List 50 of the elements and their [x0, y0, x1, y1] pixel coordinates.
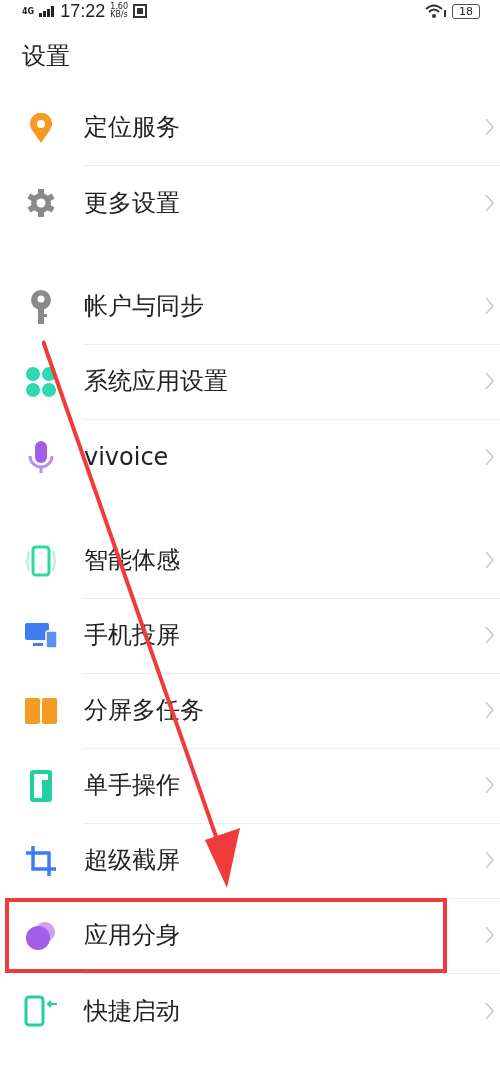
- network-speed: 1.60: [110, 3, 128, 11]
- quick-launch-icon: [24, 994, 58, 1027]
- chevron-icon: [485, 776, 494, 794]
- screen-cast-icon: [25, 622, 57, 649]
- notification-icon: [133, 4, 147, 18]
- crop-icon: [26, 845, 56, 876]
- item-label: 定位服务: [84, 112, 180, 143]
- item-label: 快捷启动: [84, 995, 180, 1027]
- chevron-icon: [485, 1001, 494, 1020]
- one-hand-phone-icon: [30, 769, 52, 802]
- overlapping-circles-icon: [26, 921, 56, 950]
- settings-item[interactable]: 应用分身: [0, 898, 500, 973]
- settings-item[interactable]: 系统应用设置: [0, 344, 500, 419]
- settings-item[interactable]: 更多设置: [0, 165, 500, 240]
- clock-time: 17:22: [60, 0, 106, 22]
- chevron-icon: [485, 551, 494, 569]
- page-title: 设置: [22, 41, 70, 72]
- item-label: 单手操作: [84, 770, 180, 801]
- chevron-icon: [485, 626, 494, 644]
- chevron-icon: [485, 851, 494, 869]
- phone-motion-icon: [26, 544, 56, 577]
- settings-item[interactable]: 帐户与同步: [0, 269, 500, 344]
- signal-icon: [39, 5, 56, 17]
- item-label: 超级截屏: [84, 845, 180, 876]
- speed-unit: KB/s: [110, 11, 128, 19]
- chevron-icon: [485, 926, 494, 944]
- location-pin-icon: [30, 112, 52, 143]
- settings-item[interactable]: 快捷启动: [0, 973, 500, 1048]
- item-label: 应用分身: [84, 920, 180, 951]
- chevron-icon: [485, 297, 494, 315]
- item-label: vivoice: [84, 442, 169, 471]
- item-label: 帐户与同步: [84, 291, 204, 322]
- chevron-icon: [485, 447, 494, 466]
- settings-icon: [26, 187, 56, 218]
- microphone-icon: [28, 440, 54, 473]
- settings-item[interactable]: 单手操作: [0, 748, 500, 823]
- battery-indicator: 18: [452, 3, 480, 19]
- wifi-icon: [425, 4, 447, 18]
- settings-item[interactable]: vivoice: [0, 419, 500, 494]
- network-type: 4G: [22, 6, 35, 16]
- chevron-icon: [485, 118, 494, 136]
- chevron-icon: [485, 372, 494, 390]
- key-icon: [30, 289, 52, 324]
- four-petal-icon: [26, 366, 56, 397]
- split-screen-icon: [25, 697, 57, 724]
- item-label: 更多设置: [84, 187, 180, 219]
- item-label: 系统应用设置: [84, 366, 228, 397]
- chevron-icon: [485, 701, 494, 719]
- chevron-icon: [485, 193, 494, 212]
- settings-item[interactable]: 定位服务: [0, 90, 500, 165]
